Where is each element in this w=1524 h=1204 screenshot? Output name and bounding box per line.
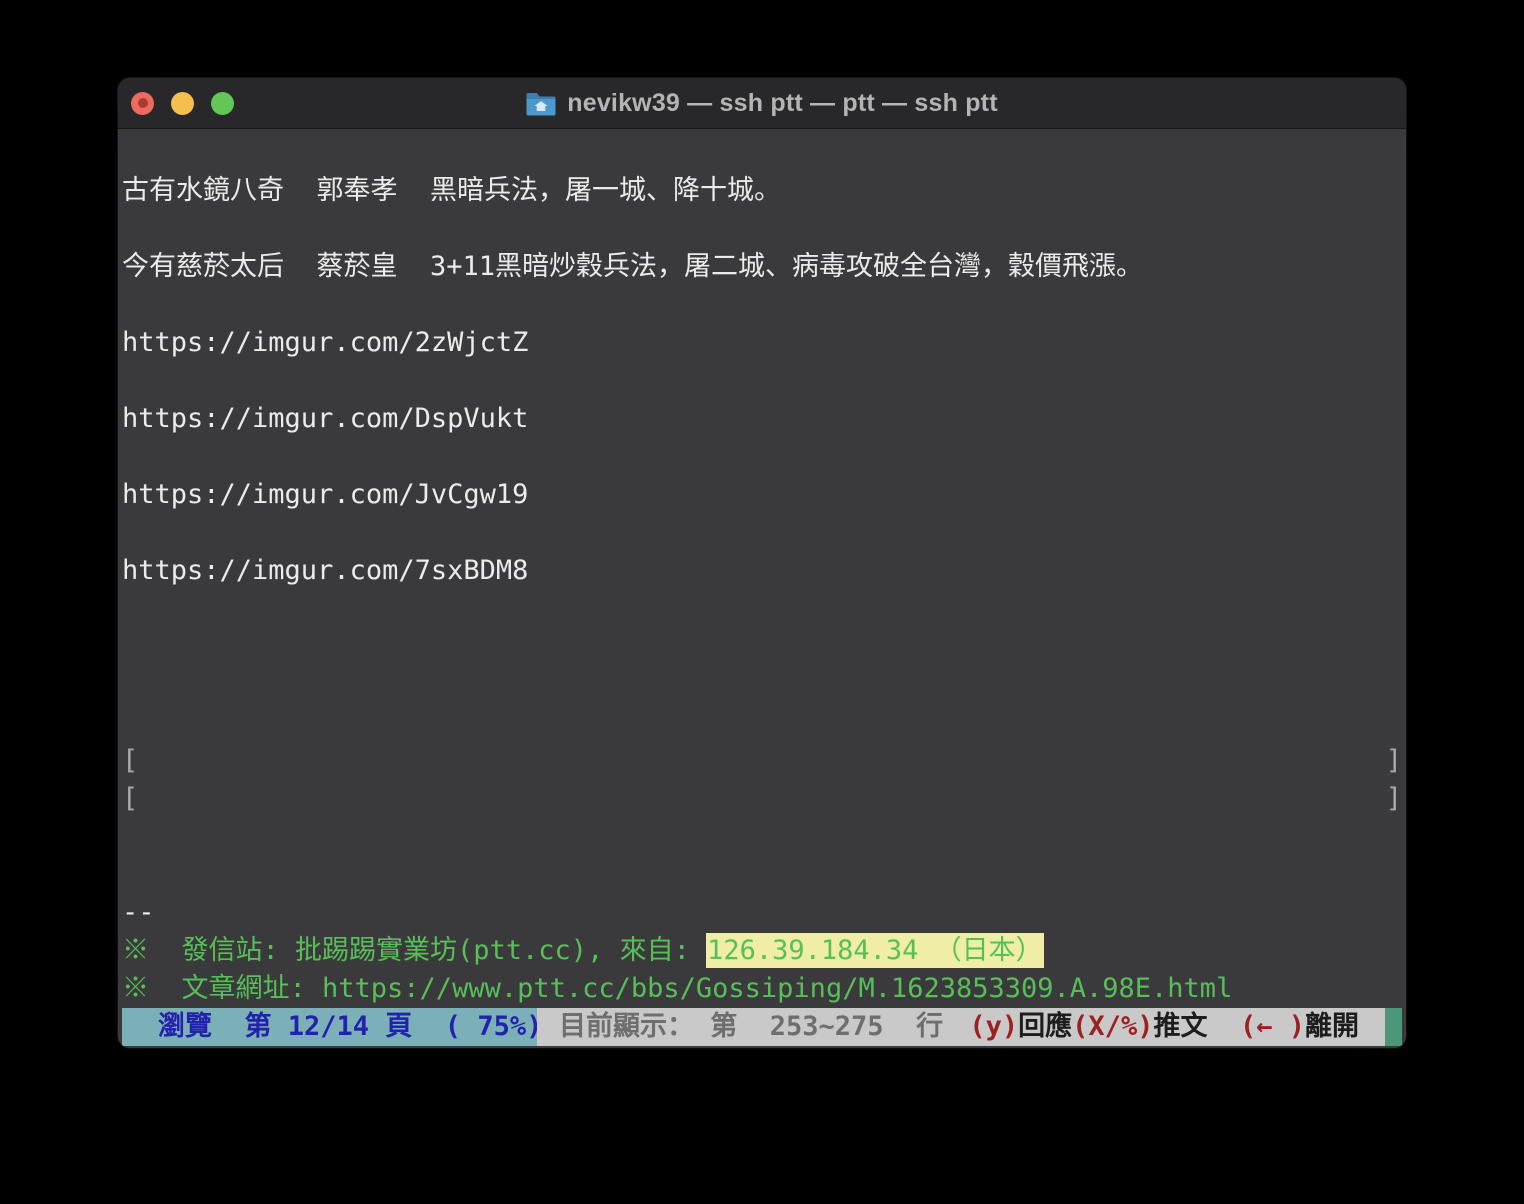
signature-bracket-line: [] xyxy=(122,780,1402,818)
window-title-area: nevikw39 — ssh ptt — ptt — ssh ptt xyxy=(118,78,1406,128)
terminal-line: https://imgur.com/JvCgw19 xyxy=(122,476,1402,514)
status-middle: 目前顯示： 第 253~275 行 (y)回應(X/%)推文 (← )離開 xyxy=(537,1008,1385,1046)
imgur-link-1[interactable]: https://imgur.com/2zWjctZ xyxy=(122,327,528,358)
terminal-line-modern: 今有慈菸太后 蔡菸皇 3+11黑暗炒穀兵法，屠二城、病毒攻破全台灣，穀價飛漲。 xyxy=(122,251,1144,282)
bracket-open: [ xyxy=(122,783,139,814)
key-hint-left-arrow: (← ) xyxy=(1239,1011,1305,1042)
status-browse-page: 瀏覽 第 12/14 頁 ( 75%) xyxy=(122,1008,537,1046)
traffic-lights xyxy=(118,91,234,115)
terminal-line: https://imgur.com/DspVukt xyxy=(122,400,1402,438)
title-bar: nevikw39 — ssh ptt — ptt — ssh ptt xyxy=(118,78,1406,129)
key-hint-y: (y) xyxy=(969,1011,1019,1042)
imgur-link-2[interactable]: https://imgur.com/DspVukt xyxy=(122,403,528,434)
terminal-content[interactable]: 古有水鏡八奇 郭奉孝 黑暗兵法，屠一城、降十城。 今有慈菸太后 蔡菸皇 3+11… xyxy=(118,129,1406,1048)
key-hint-left-label: 離開 xyxy=(1305,1011,1359,1042)
status-display-lines: 目前顯示： 第 253~275 行 xyxy=(559,1011,944,1042)
signature-bracket-line: [] xyxy=(122,742,1402,780)
status-key-hints: (y)回應(X/%)推文 (← )離開 xyxy=(969,1008,1359,1046)
key-hint-x-label: 推文 xyxy=(1153,1011,1240,1042)
key-hint-y-label: 回應 xyxy=(1018,1011,1073,1042)
home-folder-icon xyxy=(526,90,556,116)
bracket-close: ] xyxy=(1385,745,1402,776)
terminal-line: https://imgur.com/7sxBDM8 xyxy=(122,552,1402,590)
origin-line: ※ 發信站: 批踢踢實業坊(ptt.cc), 來自: 126.39.184.34… xyxy=(122,932,1402,970)
minimize-button[interactable] xyxy=(171,91,194,115)
window-title: nevikw39 — ssh ptt — ptt — ssh ptt xyxy=(567,88,998,117)
ip-highlight: 126.39.184.34 （日本） xyxy=(706,933,1044,968)
terminal-line-ancient: 古有水鏡八奇 郭奉孝 黑暗兵法，屠一城、降十城。 xyxy=(122,175,782,206)
bracket-open: [ xyxy=(122,745,139,776)
key-hint-x: (X/%) xyxy=(1072,1011,1154,1042)
close-button[interactable] xyxy=(131,91,154,115)
scroll-position-indicator xyxy=(1385,1008,1402,1046)
signature-dashes-line: -- xyxy=(122,897,155,928)
imgur-link-3[interactable]: https://imgur.com/JvCgw19 xyxy=(122,479,528,510)
terminal-window: nevikw39 — ssh ptt — ptt — ssh ptt 古有水鏡八… xyxy=(118,78,1406,1048)
article-url-link[interactable]: ※ 文章網址: https://www.ptt.cc/bbs/Gossiping… xyxy=(122,973,1232,1004)
status-bar: 瀏覽 第 12/14 頁 ( 75%) 目前顯示： 第 253~275 行 (y… xyxy=(122,1008,1402,1046)
bracket-close: ] xyxy=(1385,783,1402,814)
origin-prefix: ※ 發信站: 批踢踢實業坊(ptt.cc), 來自: xyxy=(122,935,707,966)
zoom-button[interactable] xyxy=(211,91,234,115)
imgur-link-4[interactable]: https://imgur.com/7sxBDM8 xyxy=(122,555,528,586)
article-url-line: ※ 文章網址: https://www.ptt.cc/bbs/Gossiping… xyxy=(122,970,1402,1008)
terminal-line: https://imgur.com/2zWjctZ xyxy=(122,324,1402,362)
